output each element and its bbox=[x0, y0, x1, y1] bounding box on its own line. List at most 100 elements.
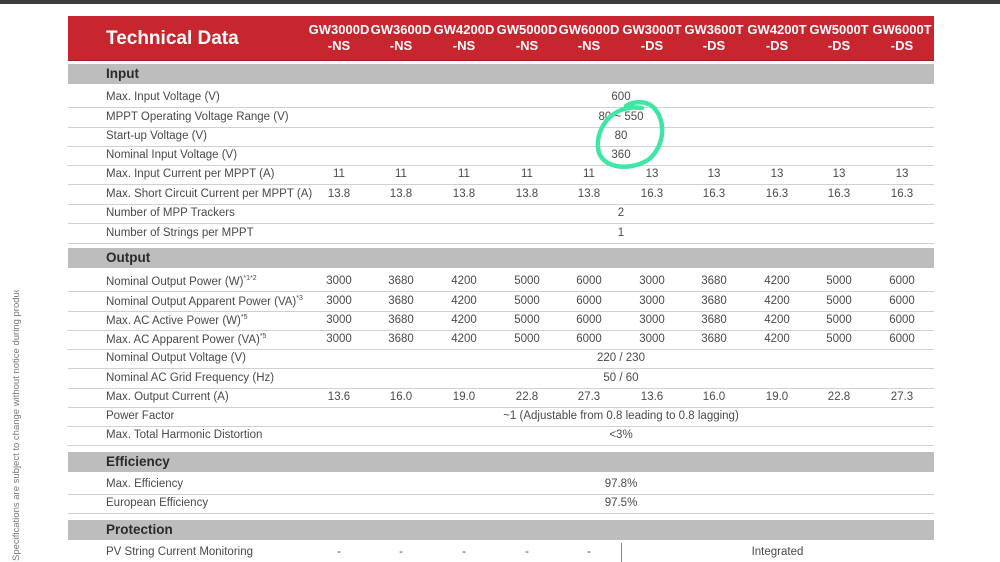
row-cell: 13.8 bbox=[577, 188, 601, 200]
row-cell: 4200 bbox=[764, 275, 790, 287]
row-cell: 3000 bbox=[326, 333, 352, 345]
row-cell: 13 bbox=[645, 168, 659, 180]
row-pv-string-monitoring: PV String Current Monitoring - - - - - I… bbox=[68, 543, 934, 562]
model-suffix: -DS bbox=[765, 38, 789, 53]
row-cell: 22.8 bbox=[827, 391, 851, 403]
model-suffix: -DS bbox=[827, 38, 851, 53]
label-text: Nominal Output Apparent Power (VA) bbox=[106, 295, 297, 308]
row-mppt-range: MPPT Operating Voltage Range (V) 80 ~ 55… bbox=[68, 108, 934, 128]
label-text: Nominal Output Power (W) bbox=[106, 275, 244, 288]
row-cell: 5000 bbox=[514, 275, 540, 287]
row-cell: 11 bbox=[458, 168, 470, 180]
row-cell: 4200 bbox=[764, 314, 790, 326]
row-max-efficiency: Max. Efficiency 97.8% bbox=[68, 475, 934, 495]
row-cell: 27.3 bbox=[577, 391, 601, 403]
row-cell: 13 bbox=[895, 168, 909, 180]
row-cell: 4200 bbox=[764, 295, 790, 307]
row-value: 600 bbox=[611, 91, 631, 103]
model-name: GW3000T bbox=[622, 22, 682, 37]
model-suffix: -NS bbox=[389, 38, 413, 53]
row-label: Power Factor bbox=[106, 410, 175, 422]
row-cell: 3000 bbox=[639, 275, 665, 287]
row-label: Max. Input Current per MPPT (A) bbox=[106, 168, 275, 180]
section-title: Input bbox=[106, 66, 139, 81]
table-header: Technical Data GW3000D -NS GW3600D -NS GW4… bbox=[68, 16, 934, 61]
footnote-mark: *3 bbox=[296, 295, 303, 302]
row-cell: 13 bbox=[832, 168, 846, 180]
side-disclaimer: Specifications are subject to change wit… bbox=[10, 290, 30, 561]
section-title: Protection bbox=[106, 522, 173, 537]
top-window-bar bbox=[0, 0, 1000, 4]
row-cell: 5000 bbox=[514, 314, 540, 326]
row-cell: 3680 bbox=[388, 275, 414, 287]
model-header: GW5000T -DS bbox=[808, 22, 870, 54]
row-cell: 22.8 bbox=[515, 391, 539, 403]
row-cell: 4200 bbox=[451, 295, 477, 307]
model-header: GW3000T -DS bbox=[621, 22, 683, 54]
model-header: GW4200D -NS bbox=[433, 22, 495, 54]
model-suffix: -DS bbox=[890, 38, 914, 53]
row-cell: 13.8 bbox=[389, 188, 413, 200]
model-name: GW6000D bbox=[558, 22, 620, 37]
model-header: GW6000D -NS bbox=[558, 22, 620, 54]
row-cell: 11 bbox=[583, 168, 595, 180]
row-cell: 5000 bbox=[826, 275, 852, 287]
model-header: GW6000T -DS bbox=[871, 22, 933, 54]
row-cell: 3680 bbox=[388, 314, 414, 326]
section-title: Output bbox=[106, 250, 151, 265]
row-cell: - bbox=[587, 546, 591, 558]
row-value: 360 bbox=[611, 149, 631, 161]
row-cell: 13.8 bbox=[327, 188, 351, 200]
row-value: 97.5% bbox=[604, 497, 638, 509]
row-max-input-current: Max. Input Current per MPPT (A) 11 11 11… bbox=[68, 165, 934, 185]
row-cell: 13.6 bbox=[640, 391, 664, 403]
row-label: European Efficiency bbox=[106, 497, 209, 509]
model-name: GW5000D bbox=[496, 22, 558, 37]
row-cell: 6000 bbox=[576, 275, 602, 287]
row-cell: 6000 bbox=[576, 314, 602, 326]
row-value: 2 bbox=[617, 207, 625, 219]
row-cell: 3680 bbox=[701, 275, 727, 287]
row-label: Max. AC Active Power (W)*5 bbox=[106, 314, 247, 327]
row-cell: 3680 bbox=[701, 295, 727, 307]
row-mpp-trackers: Number of MPP Trackers 2 bbox=[68, 204, 934, 224]
row-label: PV String Current Monitoring bbox=[106, 546, 254, 558]
row-nominal-input-voltage: Nominal Input Voltage (V) 360 bbox=[68, 146, 934, 166]
row-value: 80 bbox=[614, 130, 628, 142]
row-max-apparent-power: Max. AC Apparent Power (VA)*5 3000 3680 … bbox=[68, 330, 934, 350]
table-title: Technical Data bbox=[106, 28, 239, 49]
row-cell: 3680 bbox=[388, 333, 414, 345]
row-max-output-current: Max. Output Current (A) 13.6 16.0 19.0 2… bbox=[68, 388, 934, 408]
row-cell: 16.3 bbox=[702, 188, 726, 200]
model-header: GW3000D -NS bbox=[308, 22, 370, 54]
row-cell: 6000 bbox=[889, 314, 915, 326]
row-value: Integrated bbox=[751, 546, 804, 558]
row-cell: 16.0 bbox=[389, 391, 413, 403]
row-cell: 16.3 bbox=[765, 188, 789, 200]
row-label: Number of MPP Trackers bbox=[106, 207, 235, 219]
label-text: Max. AC Active Power (W) bbox=[106, 314, 241, 327]
row-cell: 6000 bbox=[576, 295, 602, 307]
row-cell: 3000 bbox=[639, 333, 665, 345]
row-cell: 4200 bbox=[451, 333, 477, 345]
row-cell: 16.3 bbox=[640, 188, 664, 200]
row-value: 97.8% bbox=[604, 478, 638, 490]
row-label: Max. Efficiency bbox=[106, 478, 184, 490]
model-name: GW4200T bbox=[747, 22, 807, 37]
section-protection: Protection bbox=[68, 520, 934, 540]
row-label: Nominal Input Voltage (V) bbox=[106, 149, 238, 161]
row-power-factor: Power Factor ~1 (Adjustable from 0.8 lea… bbox=[68, 407, 934, 427]
side-disclaimer-text: Specifications are subject to change wit… bbox=[11, 290, 22, 561]
row-cell: - bbox=[337, 546, 341, 558]
row-cell: 4200 bbox=[451, 314, 477, 326]
model-header: GW3600T -DS bbox=[683, 22, 745, 54]
section-input: Input bbox=[68, 64, 934, 84]
row-cell: 11 bbox=[333, 168, 345, 180]
row-nominal-output-power: Nominal Output Power (W)*1*2 3000 3680 4… bbox=[68, 272, 934, 292]
model-name: GW5000T bbox=[809, 22, 869, 37]
row-strings-per-mppt: Number of Strings per MPPT 1 bbox=[68, 224, 934, 244]
row-startup-voltage: Start-up Voltage (V) 80 bbox=[68, 127, 934, 147]
row-value: ~1 (Adjustable from 0.8 leading to 0.8 l… bbox=[503, 410, 739, 422]
row-cell: 5000 bbox=[514, 295, 540, 307]
row-nominal-output-voltage: Nominal Output Voltage (V) 220 / 230 bbox=[68, 349, 934, 369]
